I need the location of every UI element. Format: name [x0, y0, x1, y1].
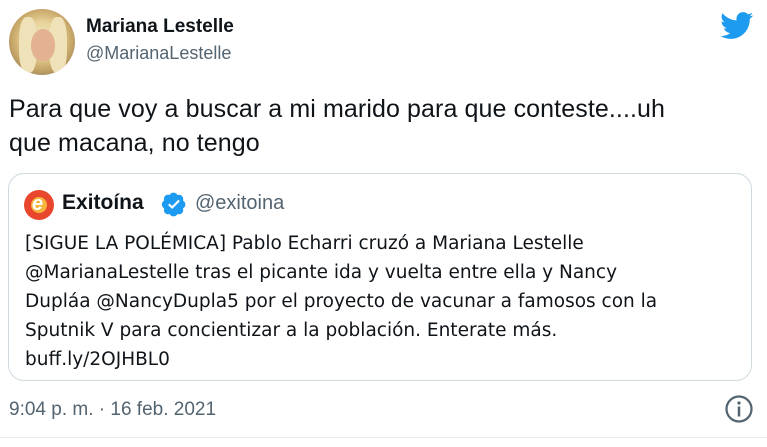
tweet-timestamp[interactable]: 9:04 p. m. · 16 feb. 2021: [9, 399, 216, 421]
info-icon[interactable]: [724, 394, 754, 424]
verified-badge-icon: [161, 192, 186, 217]
quoted-tweet-text: [SIGUE LA POLÉMICA] Pablo Echarri cruzó …: [25, 229, 745, 374]
quoted-text-line: [SIGUE LA POLÉMICA] Pablo Echarri cruzó …: [25, 233, 584, 254]
divider: [0, 437, 767, 438]
quoted-tweet-card[interactable]: e Exitoína @exitoina [SIGUE LA POLÉMICA]…: [8, 173, 752, 381]
logo-letter: e: [32, 193, 44, 215]
quoted-author-handle[interactable]: @exitoina: [195, 192, 284, 215]
tweet-card: Mariana Lestelle @MarianaLestelle Para q…: [0, 0, 767, 447]
author-display-name[interactable]: Mariana Lestelle: [86, 16, 234, 38]
author-handle[interactable]: @MarianaLestelle: [86, 43, 231, 64]
quoted-text-link[interactable]: buff.ly/2OJHBL0: [25, 345, 745, 374]
twitter-bird-icon[interactable]: [720, 12, 754, 40]
quoted-text-line: @MarianaLestelle tras el picante ida y v…: [25, 262, 618, 283]
tweet-text-line: Para que voy a buscar a mi marido para q…: [9, 95, 666, 123]
quoted-text-line: Dupláa @NancyDupla5 por el proyecto de v…: [25, 291, 658, 312]
avatar[interactable]: [9, 9, 75, 75]
quoted-author-logo[interactable]: e: [24, 190, 54, 220]
avatar-face: [31, 29, 55, 61]
quoted-author-name[interactable]: Exitoína: [62, 191, 144, 215]
quoted-text-line: Sputnik V para concientizar a la poblaci…: [25, 320, 558, 341]
tweet-text: Para que voy a buscar a mi marido para q…: [9, 92, 759, 160]
tweet-text-line: que macana, no tengo: [9, 129, 260, 157]
